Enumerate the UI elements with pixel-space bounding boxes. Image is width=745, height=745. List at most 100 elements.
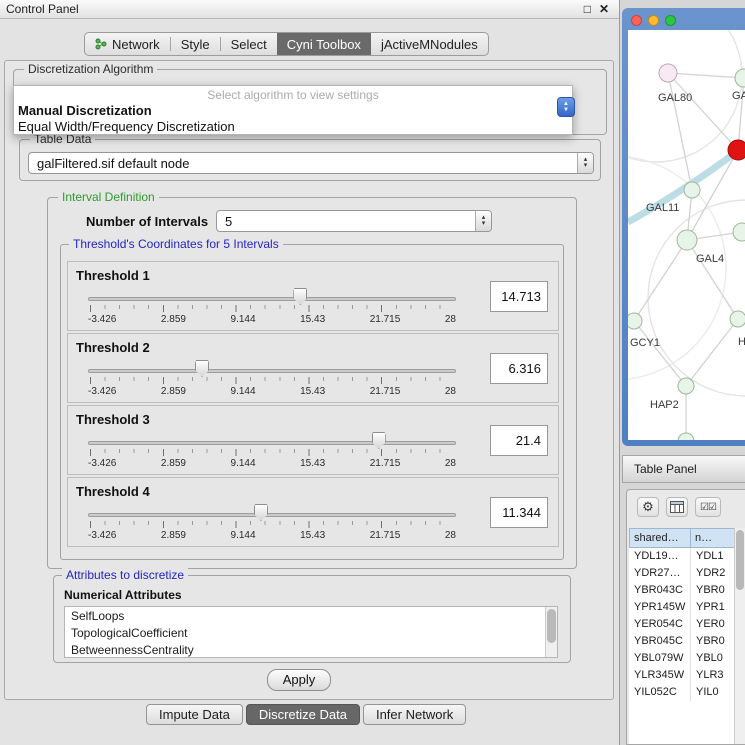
attributes-scrollbar[interactable] [545, 607, 557, 657]
scale-tick-label: 2.859 [161, 458, 186, 469]
threshold-2-value-field[interactable]: 6.316 [490, 353, 548, 384]
scale-tick-label: 9.144 [231, 314, 256, 325]
node[interactable] [730, 311, 745, 327]
table-data-group: Table Data galFiltered.sif default node … [19, 139, 601, 181]
scale-tick-label: -3.426 [88, 458, 116, 469]
list-item[interactable]: SelfLoops [65, 607, 557, 624]
zoom-traffic-icon[interactable] [665, 15, 676, 26]
table-toolbar: ⚙ ☑☑ [627, 490, 745, 524]
number-of-intervals-combobox[interactable]: 5 ▴▾ [216, 210, 492, 232]
table-row[interactable]: YPR145WYPR1 [629, 599, 735, 616]
node[interactable] [733, 223, 745, 241]
tab-infer-network[interactable]: Infer Network [363, 704, 466, 725]
list-item[interactable]: TopologicalCoefficient [65, 624, 557, 641]
node-label: HAP2 [650, 399, 679, 411]
node-hap2[interactable] [678, 378, 694, 394]
control-panel-titlebar: Control Panel □ ✕ [0, 0, 619, 19]
slider-track [88, 513, 456, 517]
apply-button[interactable]: Apply [267, 669, 331, 691]
node-label: GAL11 [646, 202, 679, 214]
combo-stepper-icon: ▴▾ [475, 211, 491, 231]
node-gal80[interactable] [659, 64, 677, 82]
slider-thumb[interactable] [372, 432, 386, 449]
node-gal11[interactable] [684, 182, 700, 198]
threshold-3-label: Threshold 3 [76, 412, 150, 427]
table-row[interactable]: YBR045CYBR0 [629, 633, 735, 650]
tab-impute-data[interactable]: Impute Data [146, 704, 243, 725]
node-gal4[interactable] [677, 230, 697, 250]
network-canvas[interactable]: GAL80 GA GAL11 GAL4 GCY1 H HAP2 [628, 30, 745, 440]
column-header-shared[interactable]: shared… [629, 528, 691, 548]
cell: YPR145W [629, 599, 691, 616]
tab-cyni-toolbox[interactable]: Cyni Toolbox [277, 33, 371, 55]
threshold-2-slider[interactable]: -3.426 2.859 9.144 15.43 21.715 28 [88, 360, 456, 400]
scale-tick-label: 21.715 [370, 530, 401, 541]
slider-scale: -3.426 2.859 9.144 15.43 21.715 28 [88, 530, 456, 541]
algorithm-option-manual[interactable]: Manual Discretization [14, 102, 572, 118]
node[interactable] [735, 69, 745, 87]
slider-ticks [90, 521, 454, 528]
table-row[interactable]: YBR043CYBR0 [629, 582, 735, 599]
scale-tick-label: -3.426 [88, 314, 116, 325]
algorithm-option-equal-width[interactable]: Equal Width/Frequency Discretization [14, 118, 572, 134]
table-row[interactable]: YER054CYER0 [629, 616, 735, 633]
close-traffic-icon[interactable] [631, 15, 642, 26]
minimize-traffic-icon[interactable] [648, 15, 659, 26]
scale-tick-label: 9.144 [231, 530, 256, 541]
node-label: H [738, 336, 745, 348]
cell: YBR0 [691, 582, 735, 599]
table-row[interactable]: YLR345WYLR3 [629, 667, 735, 684]
list-item[interactable]: BetweennessCentrality [65, 641, 557, 658]
scrollbar-thumb[interactable] [736, 530, 744, 590]
table-scrollbar[interactable] [734, 528, 745, 744]
gear-icon[interactable]: ⚙ [637, 497, 659, 517]
tab-discretize-data[interactable]: Discretize Data [246, 704, 360, 725]
scale-tick-label: -3.426 [88, 530, 116, 541]
maximize-icon[interactable]: □ [584, 0, 591, 18]
selected-red-node[interactable] [728, 140, 745, 160]
tab-network[interactable]: Network [85, 33, 170, 55]
tab-select[interactable]: Select [221, 33, 277, 55]
tab-jactivemnodules[interactable]: jActiveMNodules [371, 33, 488, 55]
close-icon[interactable]: ✕ [599, 0, 609, 18]
cell: YDR2 [691, 565, 735, 582]
threshold-4-slider[interactable]: -3.426 2.859 9.144 15.43 21.715 28 [88, 504, 456, 544]
table-row[interactable]: YDL19…YDL1 [629, 548, 735, 565]
numerical-attributes-list[interactable]: SelfLoops TopologicalCoefficient Between… [64, 606, 558, 658]
scale-tick-label: -3.426 [88, 386, 116, 397]
table-panel-window: ⚙ ☑☑ shared… n… YDL19…YDL1 YDR27…YDR2 YB… [626, 489, 745, 745]
scale-tick-label: 21.715 [370, 386, 401, 397]
threshold-4-value-field[interactable]: 11.344 [490, 497, 548, 528]
slider-thumb[interactable] [254, 504, 268, 521]
tab-network-label: Network [112, 37, 160, 52]
node-gcy1[interactable] [628, 313, 642, 329]
scale-tick-label: 15.43 [300, 458, 325, 469]
tab-style[interactable]: Style [171, 33, 220, 55]
table-row[interactable]: YIL052CYIL0 [629, 684, 735, 701]
table-row[interactable]: YBL079WYBL0 [629, 650, 735, 667]
select-columns-icon[interactable]: ☑☑ [695, 497, 721, 517]
threshold-3-value-field[interactable]: 21.4 [490, 425, 548, 456]
threshold-3-slider[interactable]: -3.426 2.859 9.144 15.43 21.715 28 [88, 432, 456, 472]
column-header-name[interactable]: n… [691, 528, 735, 548]
combo-stepper-icon: ▴▾ [577, 153, 593, 173]
cell: YBR045C [629, 633, 691, 650]
table-panel-header[interactable]: Table Panel [622, 455, 745, 483]
algorithm-combo-stepper[interactable]: ▲ ▼ [557, 97, 575, 117]
node[interactable] [678, 433, 694, 440]
scrollbar-thumb[interactable] [547, 609, 556, 643]
bottom-tab-bar: Impute Data Discretize Data Infer Networ… [146, 704, 466, 725]
cell: YLR345W [629, 667, 691, 684]
table-row[interactable]: YDR27…YDR2 [629, 565, 735, 582]
scale-tick-label: 28 [445, 458, 456, 469]
threshold-1-slider[interactable]: -3.426 2.859 9.144 15.43 21.715 28 [88, 288, 456, 328]
table-data-value: galFiltered.sif default node [29, 156, 577, 171]
slider-thumb[interactable] [195, 360, 209, 377]
columns-icon[interactable] [666, 497, 688, 517]
attributes-group-title: Attributes to discretize [62, 568, 188, 582]
threshold-1-value-field[interactable]: 14.713 [490, 281, 548, 312]
table-data-combobox[interactable]: galFiltered.sif default node ▴▾ [28, 152, 594, 174]
window-title: Control Panel [6, 2, 79, 16]
slider-thumb[interactable] [293, 288, 307, 305]
attributes-group: Attributes to discretize Numerical Attri… [53, 575, 571, 663]
